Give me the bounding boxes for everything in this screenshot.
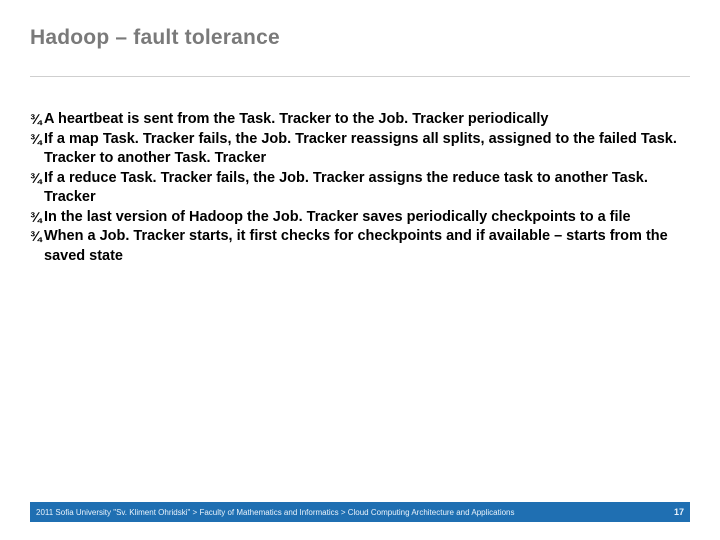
bullet-icon: ¾ — [30, 208, 44, 227]
footer-bar: 2011 Sofia University "Sv. Kliment Ohrid… — [30, 502, 690, 522]
slide: Hadoop – fault tolerance ¾ A heartbeat i… — [0, 0, 720, 540]
page-number: 17 — [674, 507, 684, 517]
list-item-text: When a Job. Tracker starts, it first che… — [44, 227, 690, 266]
list-item: ¾ If a map Task. Tracker fails, the Job.… — [30, 130, 690, 169]
list-item-text: If a map Task. Tracker fails, the Job. T… — [44, 130, 690, 169]
bullet-icon: ¾ — [30, 110, 44, 129]
content-area: ¾ A heartbeat is sent from the Task. Tra… — [30, 110, 690, 267]
bullet-icon: ¾ — [30, 130, 44, 149]
list-item-text: A heartbeat is sent from the Task. Track… — [44, 110, 690, 130]
title-divider — [30, 76, 690, 77]
list-item-text: In the last version of Hadoop the Job. T… — [44, 208, 690, 228]
footer-breadcrumb: 2011 Sofia University "Sv. Kliment Ohrid… — [36, 508, 515, 517]
bullet-icon: ¾ — [30, 227, 44, 246]
list-item: ¾ A heartbeat is sent from the Task. Tra… — [30, 110, 690, 130]
list-item: ¾ If a reduce Task. Tracker fails, the J… — [30, 169, 690, 208]
list-item-text: If a reduce Task. Tracker fails, the Job… — [44, 169, 690, 208]
list-item: ¾ In the last version of Hadoop the Job.… — [30, 208, 690, 228]
slide-title: Hadoop – fault tolerance — [30, 26, 690, 50]
bullet-icon: ¾ — [30, 169, 44, 188]
list-item: ¾ When a Job. Tracker starts, it first c… — [30, 227, 690, 266]
